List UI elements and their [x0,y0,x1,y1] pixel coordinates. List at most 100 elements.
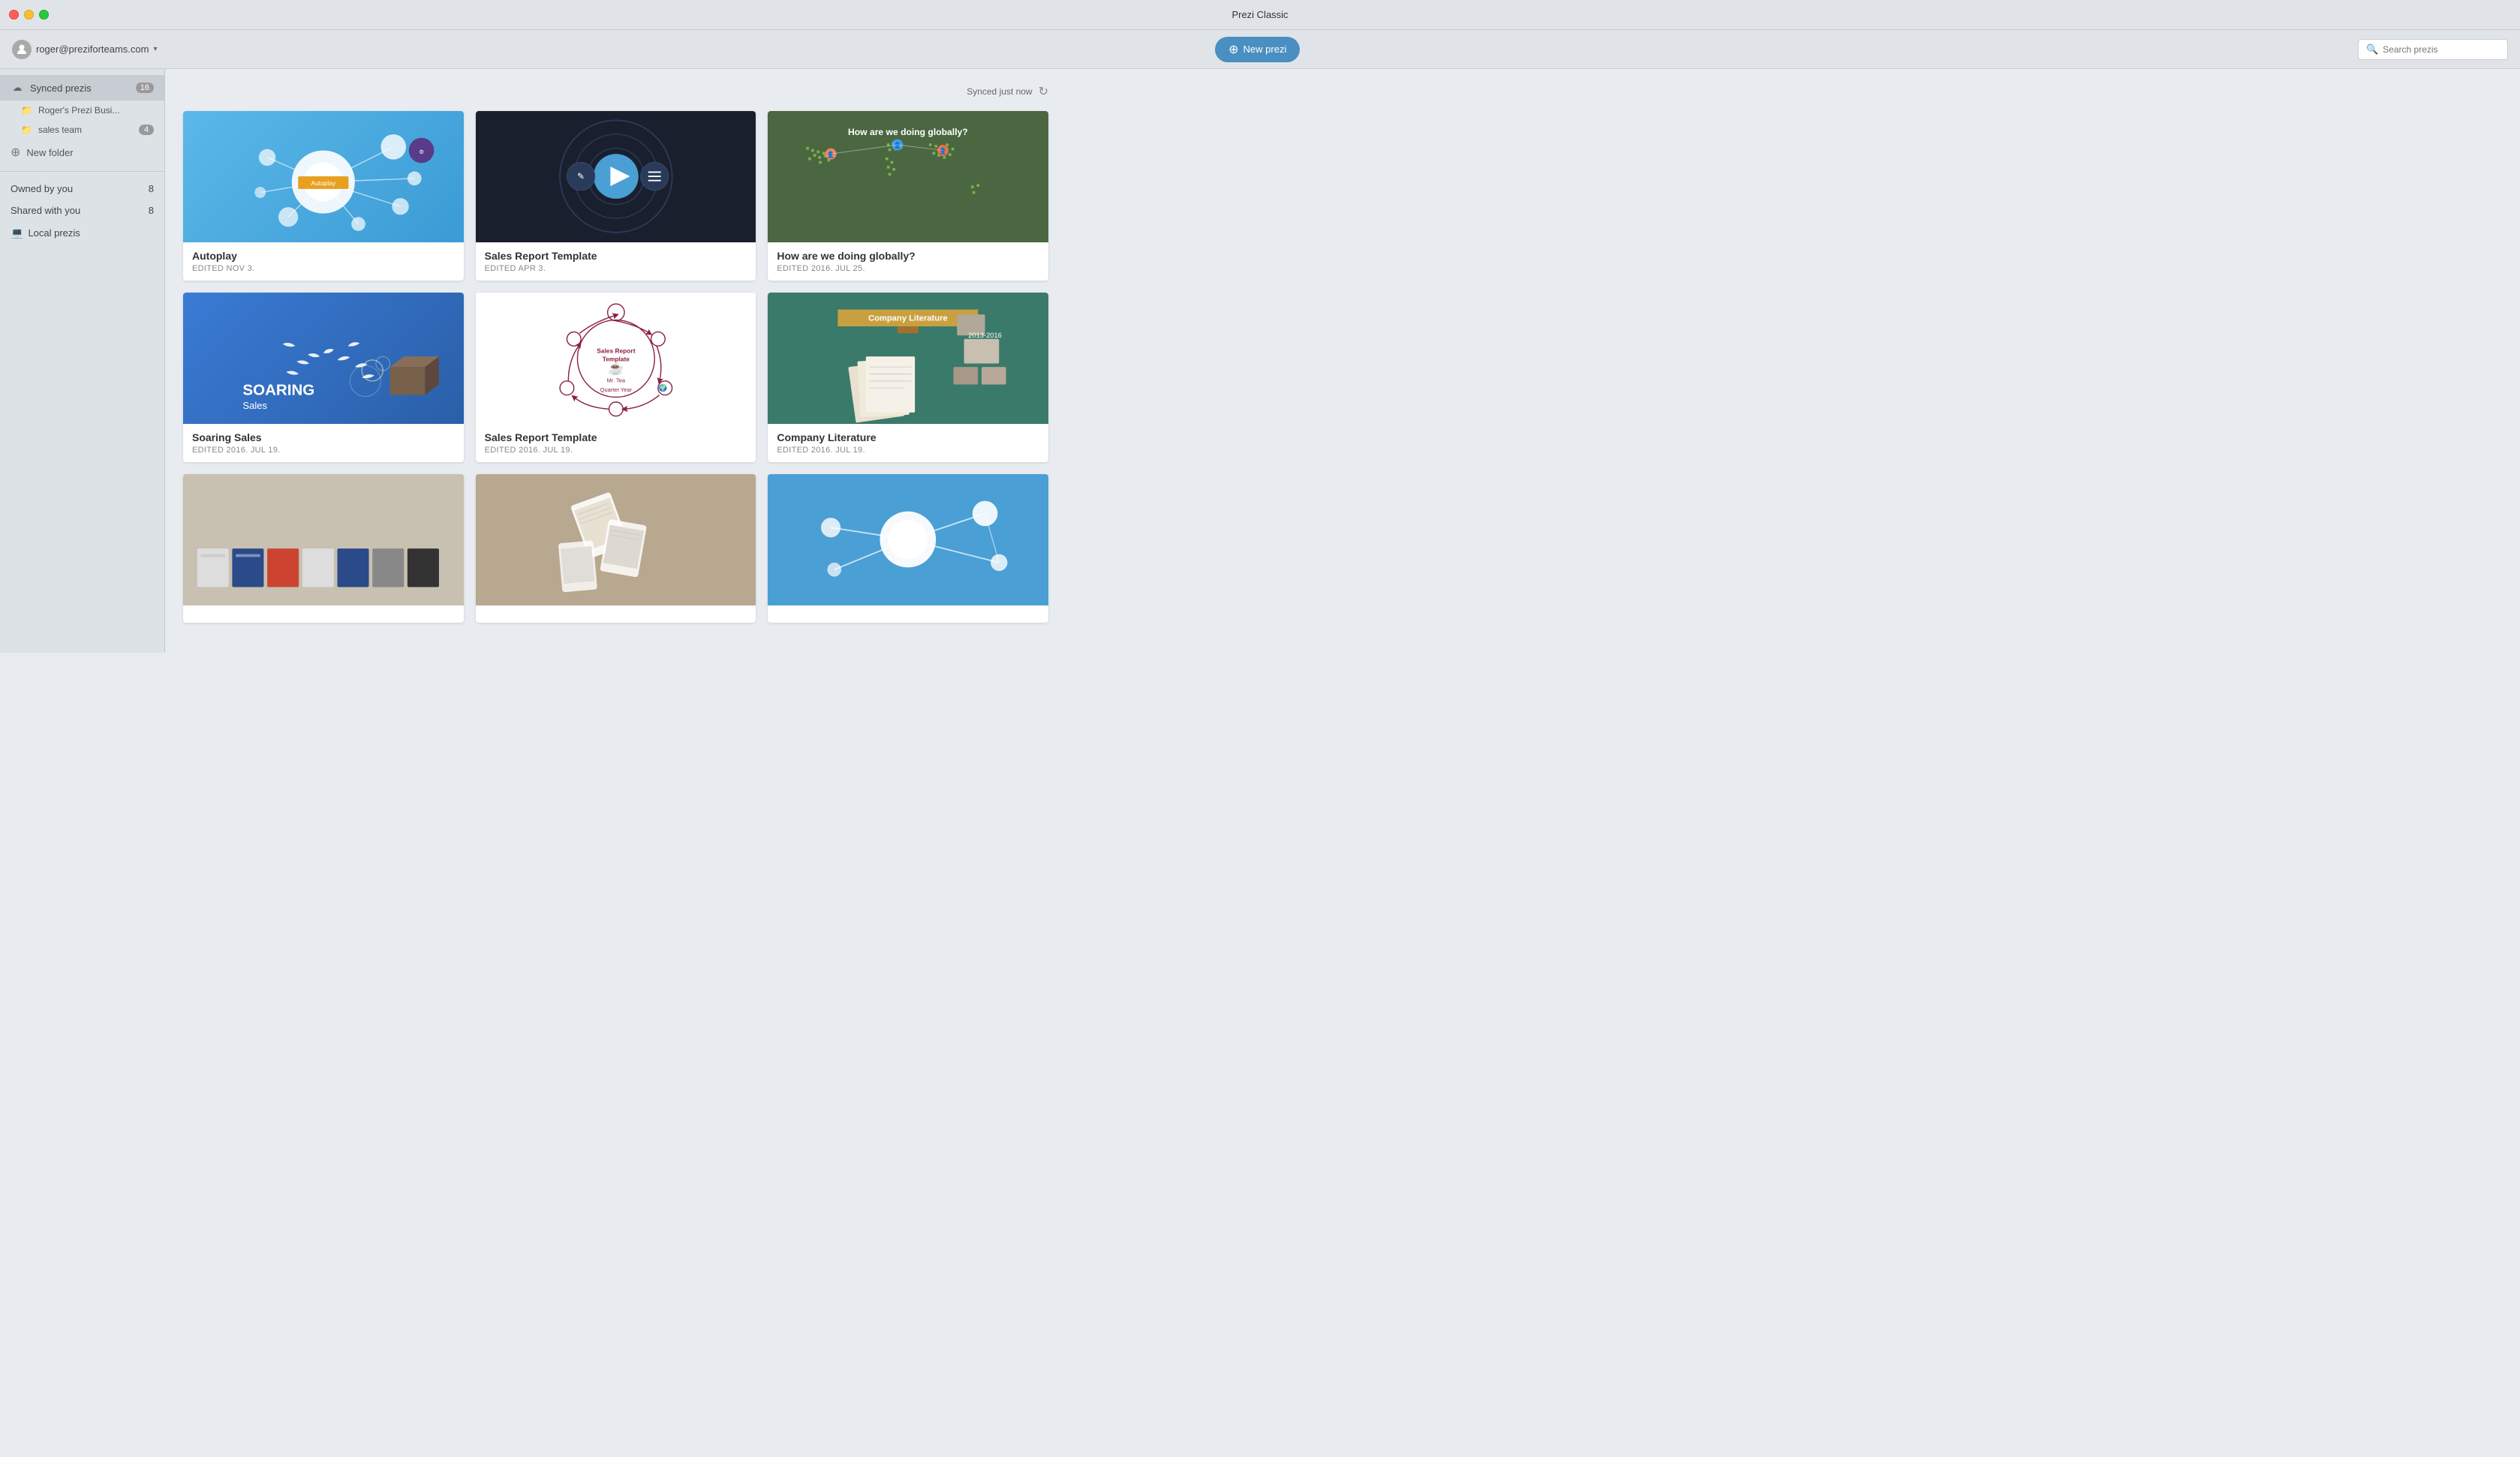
sidebar-item-synced[interactable]: ☁ Synced prezis 16 [0,75,164,101]
user-dropdown-icon[interactable]: ▾ [153,45,157,53]
prezi-thumb-sales-report-2: Sales Report Template ☕ Mr. Tea Quarter … [476,293,756,424]
prezi-card-autoplay[interactable]: Autoplay ⚙ Autoplay EDITED NOV 3. [183,111,464,281]
prezi-info-autoplay: Autoplay EDITED NOV 3. [183,242,464,281]
prezi-title-soaring: Soaring Sales [192,431,455,443]
svg-text:👤: 👤 [827,151,834,158]
svg-text:🌍: 🌍 [658,383,667,392]
prezi-info-soaring: Soaring Sales EDITED 2016. JUL 19. [183,424,464,462]
svg-text:Quarter Year: Quarter Year [600,386,632,393]
prezi-thumb-blue-nodes [768,474,1048,605]
prezi-title-sales-report-1: Sales Report Template [485,250,747,262]
prezi-title-autoplay: Autoplay [192,250,455,262]
svg-text:☕: ☕ [608,361,624,376]
close-button[interactable] [9,10,19,20]
user-avatar [12,40,32,59]
svg-text:⚙: ⚙ [419,149,424,155]
local-icon: 💻 [11,227,23,239]
svg-text:✎: ✎ [577,171,585,182]
prezi-card-sales-report-1[interactable]: ✎ Sales Report Template EDITED APR 3. Pr… [476,111,756,281]
user-email: roger@preziforteams.com [36,44,149,55]
prezi-card-taupe[interactable] [476,474,756,623]
user-menu[interactable]: roger@preziforteams.com ▾ [12,40,158,59]
shared-count: 8 [149,205,154,216]
prezi-date-autoplay: EDITED NOV 3. [192,264,455,273]
sync-icon[interactable]: ↻ [1039,84,1048,99]
new-prezi-button[interactable]: ⊕ New prezi [1215,37,1300,62]
prezi-card-slides[interactable] [183,474,464,623]
folder-icon: 📁 [21,105,32,116]
prezi-card-blue-nodes[interactable] [768,474,1048,623]
synced-label: Synced prezis [30,83,92,94]
svg-text:Company Literature: Company Literature [868,314,948,323]
prezi-title-globally: How are we doing globally? [777,250,1039,262]
prezi-info-sales-report-2: Sales Report Template EDITED 2016. JUL 1… [476,424,756,462]
svg-text:Sales Report: Sales Report [597,347,636,354]
prezi-title-company-lit: Company Literature [777,431,1039,443]
main-content: Synced just now ↻ [165,69,1066,653]
prezi-info-taupe [476,605,756,623]
svg-text:👤: 👤 [940,147,947,155]
prezi-info-sales-report-1: Sales Report Template EDITED APR 3. [476,242,756,281]
prezi-card-globally[interactable]: How are we doing globally? [768,111,1048,281]
svg-text:Autoplay: Autoplay [311,179,336,187]
window-controls[interactable] [9,10,49,20]
sidebar-divider [0,171,164,172]
prezi-title-sales-report-2: Sales Report Template [485,431,747,443]
sidebar-item-local[interactable]: 💻 Local prezis [0,221,164,245]
local-label: Local prezis [28,227,154,239]
toolbar: roger@preziforteams.com ▾ ⊕ New prezi 🔍 [0,30,2520,69]
prezi-card-sales-report-2[interactable]: Sales Report Template ☕ Mr. Tea Quarter … [476,293,756,462]
sidebar-item-shared[interactable]: Shared with you 8 [0,200,164,221]
sales-team-count: 4 [139,125,154,135]
svg-text:SOARING: SOARING [242,382,314,399]
svg-text:Sales: Sales [242,400,267,411]
svg-text:2013-2016: 2013-2016 [969,332,1003,339]
prezi-thumb-soaring: SOARING Sales [183,293,464,424]
prezi-date-soaring: EDITED 2016. JUL 19. [192,446,455,455]
prezi-card-company-lit[interactable]: Company Literature [768,293,1048,462]
app-title: Prezi Classic [1231,9,1288,20]
sync-status: Synced just now [967,86,1032,97]
sidebar-item-sales-team[interactable]: 📁 sales team 4 [0,120,164,140]
owned-label: Owned by you [11,183,73,194]
shared-label: Shared with you [11,205,80,216]
prezi-date-sales-report-2: EDITED 2016. JUL 19. [485,446,747,455]
prezi-date-globally: EDITED 2016. JUL 25. [777,264,1039,273]
folder-icon-sales: 📁 [21,125,32,135]
owned-count: 8 [149,183,154,194]
prezi-info-globally: How are we doing globally? EDITED 2016. … [768,242,1048,281]
sidebar-item-roger-folder[interactable]: 📁 Roger's Prezi Busi... [0,101,164,120]
app-container: ☁ Synced prezis 16 📁 Roger's Prezi Busi.… [0,0,1066,653]
prezi-date-company-lit: EDITED 2016. JUL 19. [777,446,1039,455]
search-box[interactable]: 🔍 [2358,39,2508,60]
roger-folder-label: Roger's Prezi Busi... [38,105,119,116]
svg-text:Mr. Tea: Mr. Tea [606,377,625,384]
prezi-date-sales-report-1: EDITED APR 3. [485,264,747,273]
sales-team-label: sales team [38,125,82,135]
new-folder-label: New folder [26,147,73,158]
prezis-grid: Autoplay ⚙ Autoplay EDITED NOV 3. [183,111,1048,623]
synced-section: ☁ Synced prezis 16 📁 Roger's Prezi Busi.… [0,75,164,165]
prezi-card-soaring[interactable]: SOARING Sales Soaring Sales EDITED 2016.… [183,293,464,462]
new-prezi-label: New prezi [1243,44,1287,55]
sidebar-item-new-folder[interactable]: ⊕ New folder [0,140,164,165]
cloud-icon: ☁ [11,81,24,95]
prezi-thumb-globally: How are we doing globally? [768,111,1048,242]
title-bar: Prezi Classic [0,0,2520,30]
sidebar-item-owned[interactable]: Owned by you 8 [0,178,164,200]
sync-bar: Synced just now ↻ [183,84,1048,99]
plus-icon: ⊕ [1228,42,1238,57]
search-icon: 🔍 [2366,44,2378,56]
search-input[interactable] [2383,44,2500,55]
minimize-button[interactable] [24,10,34,20]
maximize-button[interactable] [39,10,49,20]
svg-text:How are we doing globally?: How are we doing globally? [848,127,968,137]
plus-folder-icon: ⊕ [11,145,20,160]
prezi-thumb-autoplay: Autoplay ⚙ [183,111,464,242]
prezi-info-blue-nodes [768,605,1048,623]
prezi-thumb-slides [183,474,464,605]
prezi-info-slides [183,605,464,623]
prezi-thumb-company-lit: Company Literature [768,293,1048,424]
sidebar: ☁ Synced prezis 16 📁 Roger's Prezi Busi.… [0,69,165,653]
synced-count: 16 [136,83,154,93]
